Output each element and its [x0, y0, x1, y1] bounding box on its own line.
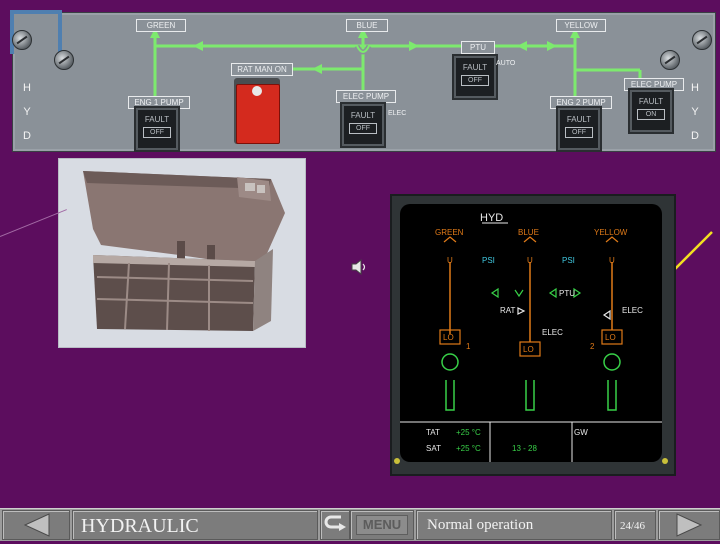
rat-man-on-label: RAT MAN ON	[231, 63, 293, 76]
ptu-pushbutton[interactable]: FAULT OFF	[454, 56, 496, 98]
ecam-engine-1-number: 1	[466, 342, 471, 351]
eng2-pump-pushbutton[interactable]: FAULT OFF	[558, 108, 600, 150]
fault-light: FAULT	[638, 97, 664, 106]
yellow-elec-pump-pushbutton[interactable]: FAULT ON	[630, 90, 672, 132]
off-light: OFF	[143, 127, 171, 138]
off-light: OFF	[565, 127, 593, 138]
previous-page-button[interactable]	[2, 510, 70, 540]
page-number-cell: 24/46	[614, 510, 656, 540]
ecam-lo-box: LO	[443, 333, 454, 342]
return-button[interactable]	[320, 510, 350, 540]
ptu-label: PTU	[461, 41, 495, 54]
section-title: HYDRAULIC	[81, 515, 199, 537]
speaker-icon[interactable]	[350, 258, 368, 276]
ecam-yellow-label: YELLOW	[594, 228, 628, 237]
ecam-pump-mark: U	[609, 256, 615, 265]
ecam-pump-mark: U	[447, 256, 453, 265]
ecam-title: HYD	[480, 212, 504, 224]
auto-vertical-label: AUTO	[496, 60, 515, 68]
yellow-system-label: YELLOW	[556, 19, 606, 32]
ecam-frame-dot	[662, 458, 668, 464]
ecam-sat-value: +25 °C	[456, 444, 481, 453]
section-title-cell: HYDRAULIC	[72, 510, 318, 540]
page-subtitle: Normal operation	[427, 517, 534, 533]
return-arrow-icon	[324, 515, 346, 531]
ecam-psi-label: PSI	[562, 256, 575, 265]
next-page-button[interactable]	[658, 510, 720, 540]
ecam-time: 13 - 28	[512, 444, 537, 453]
off-light: OFF	[349, 123, 377, 134]
ecam-hyd-lines	[400, 222, 662, 462]
decor-line	[0, 209, 67, 237]
green-system-label: GREEN	[136, 19, 186, 32]
eng1-pump-pushbutton[interactable]: FAULT OFF	[136, 108, 178, 150]
ecam-psi-label: PSI	[482, 256, 495, 265]
ecam-sat-label: SAT	[426, 444, 441, 453]
fault-light: FAULT	[566, 115, 592, 124]
blue-elec-pump-label: ELEC PUMP	[336, 90, 396, 103]
ecam-engine-2-number: 2	[590, 342, 595, 351]
fault-light: FAULT	[350, 111, 376, 120]
ecam-green-label: GREEN	[435, 228, 464, 237]
elec-vertical-label: ELEC	[388, 110, 406, 118]
ecam-blue-label: BLUE	[518, 228, 539, 237]
blue-system-label: BLUE	[346, 19, 388, 32]
on-light: ON	[637, 109, 665, 120]
ecam-gw-label: GW	[574, 428, 588, 437]
ecam-lo-box: LO	[523, 345, 534, 354]
ecam-tat-label: TAT	[426, 428, 440, 437]
page-number: 24/46	[620, 520, 646, 532]
menu-label: MENU	[356, 515, 408, 535]
ecam-hyd-page: HYD GREEN BLUE YELLOW U U U PSI PSI PTU …	[400, 204, 662, 462]
left-arrow-icon	[23, 513, 50, 537]
overhead-panel-photo	[58, 158, 306, 348]
off-light: OFF	[461, 75, 489, 86]
menu-button[interactable]: MENU	[350, 510, 414, 540]
ecam-tat-value: +25 °C	[456, 428, 481, 437]
ecam-blue-elec-label: ELEC	[542, 328, 563, 337]
ecam-ptu-label: PTU	[559, 289, 575, 298]
fault-light: FAULT	[144, 115, 170, 124]
ecam-pump-mark: U	[527, 256, 533, 265]
ecam-lo-box: LO	[605, 333, 616, 342]
right-arrow-icon	[676, 513, 703, 537]
rat-switch-hinge	[252, 86, 262, 96]
blue-elec-pump-pushbutton[interactable]: FAULT OFF	[342, 104, 384, 146]
ecam-rat-label: RAT	[500, 306, 516, 315]
subtitle-cell: Normal operation	[416, 510, 612, 540]
open-access-panel-image	[59, 159, 305, 347]
ecam-yellow-elec-label: ELEC	[622, 306, 643, 315]
fault-light: FAULT	[462, 63, 488, 72]
